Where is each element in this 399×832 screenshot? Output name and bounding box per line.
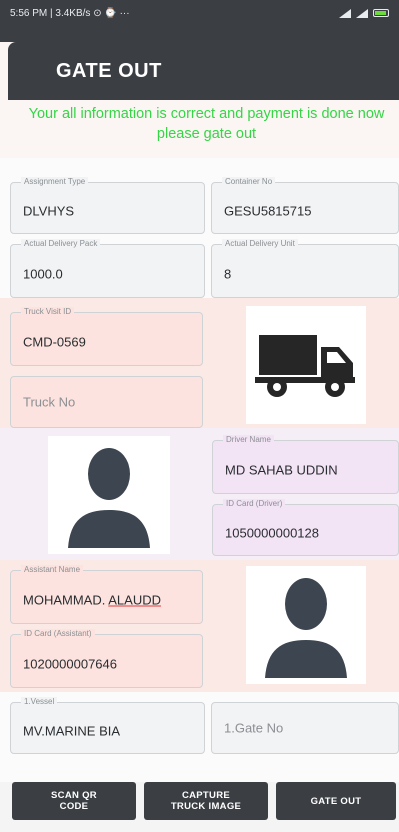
truck-icon — [255, 335, 355, 397]
person-icon — [68, 448, 150, 548]
actual-delivery-unit-value: 8 — [224, 266, 232, 282]
app-bar: GATE OUT — [8, 42, 399, 100]
signal-icon-2 — [356, 8, 368, 18]
vessel-field[interactable]: 1.Vessel MV.MARINE BIA — [10, 697, 205, 754]
action-bar: SCAN QR CODE CAPTURE TRUCK IMAGE GATE OUT — [0, 782, 399, 832]
status-bar: 5:56 PM | 3.4KB/s ⊙ ⌚ ··· — [0, 0, 399, 26]
success-message: Your all information is correct and paym… — [28, 106, 385, 142]
assistant-name-part1: MOHAMMAD. — [23, 592, 106, 608]
driver-name-field[interactable]: Driver Name MD SAHAB UDDIN — [212, 435, 399, 494]
id-card-assistant-field[interactable]: ID Card (Assistant) 1020000007646 — [10, 629, 203, 688]
capture-line2: TRUCK IMAGE — [170, 801, 242, 812]
assistant-name-field[interactable]: Assistant Name MOHAMMAD. ALAUDD — [10, 565, 203, 624]
container-no-value: GESU5815715 — [224, 203, 312, 219]
actual-delivery-pack-field[interactable]: Actual Delivery Pack 1000.0 — [10, 239, 205, 298]
actual-delivery-pack-label: Actual Delivery Pack — [21, 239, 101, 249]
container-no-field[interactable]: Container No GESU5815715 — [211, 177, 399, 234]
id-card-assistant-value: 1020000007646 — [23, 656, 117, 672]
battery-icon — [373, 9, 389, 17]
id-card-assistant-label: ID Card (Assistant) — [21, 629, 95, 639]
id-card-driver-field[interactable]: ID Card (Driver) 1050000000128 — [212, 499, 399, 556]
id-card-driver-value: 1050000000128 — [225, 525, 319, 541]
assignment-type-label: Assignment Type — [21, 177, 89, 187]
truck-no-field[interactable]: Truck No — [10, 376, 203, 428]
capture-line1: CAPTURE — [181, 790, 230, 801]
capture-truck-image-button[interactable]: CAPTURE TRUCK IMAGE — [144, 782, 268, 820]
scan-qr-line1: SCAN QR — [51, 790, 97, 801]
truck-visit-id-label: Truck Visit ID — [21, 307, 75, 317]
actual-delivery-unit-label: Actual Delivery Unit — [222, 239, 298, 249]
page-title: GATE OUT — [56, 59, 162, 82]
assignment-type-field[interactable]: Assignment Type DLVHYS — [10, 177, 205, 234]
gate-no-field[interactable]: 1.Gate No — [211, 702, 399, 754]
gate-out-label: GATE OUT — [310, 795, 362, 807]
signal-icon — [339, 8, 351, 18]
assignment-type-value: DLVHYS — [23, 203, 75, 219]
container-no-label: Container No — [222, 177, 276, 187]
gate-no-placeholder: 1.Gate No — [224, 720, 284, 736]
person-icon — [265, 578, 347, 678]
id-card-driver-label: ID Card (Driver) — [223, 499, 286, 509]
status-icons — [339, 8, 389, 18]
assistant-name-part2: ALAUDD — [108, 592, 161, 608]
status-bar-left: 5:56 PM | 3.4KB/s ⊙ ⌚ ··· — [10, 7, 130, 19]
actual-delivery-unit-field[interactable]: Actual Delivery Unit 8 — [211, 239, 399, 298]
assistant-name-label: Assistant Name — [21, 565, 84, 575]
gate-out-button[interactable]: GATE OUT — [276, 782, 396, 820]
vessel-value: MV.MARINE BIA — [23, 723, 121, 739]
scan-qr-code-button[interactable]: SCAN QR CODE — [12, 782, 136, 820]
actual-delivery-pack-value: 1000.0 — [23, 266, 63, 282]
assistant-name-value: MOHAMMAD. ALAUDD — [23, 593, 161, 608]
app-bar-top — [0, 26, 399, 42]
scan-qr-line2: CODE — [59, 801, 89, 812]
assistant-photo[interactable] — [246, 566, 366, 684]
vessel-label: 1.Vessel — [21, 697, 58, 707]
truck-no-placeholder: Truck No — [23, 394, 76, 410]
truck-visit-id-field[interactable]: Truck Visit ID CMD-0569 — [10, 307, 203, 366]
truck-visit-id-value: CMD-0569 — [23, 334, 86, 350]
driver-photo[interactable] — [48, 436, 170, 554]
driver-name-label: Driver Name — [223, 435, 274, 445]
driver-name-value: MD SAHAB UDDIN — [225, 462, 338, 478]
truck-image[interactable] — [246, 306, 366, 424]
